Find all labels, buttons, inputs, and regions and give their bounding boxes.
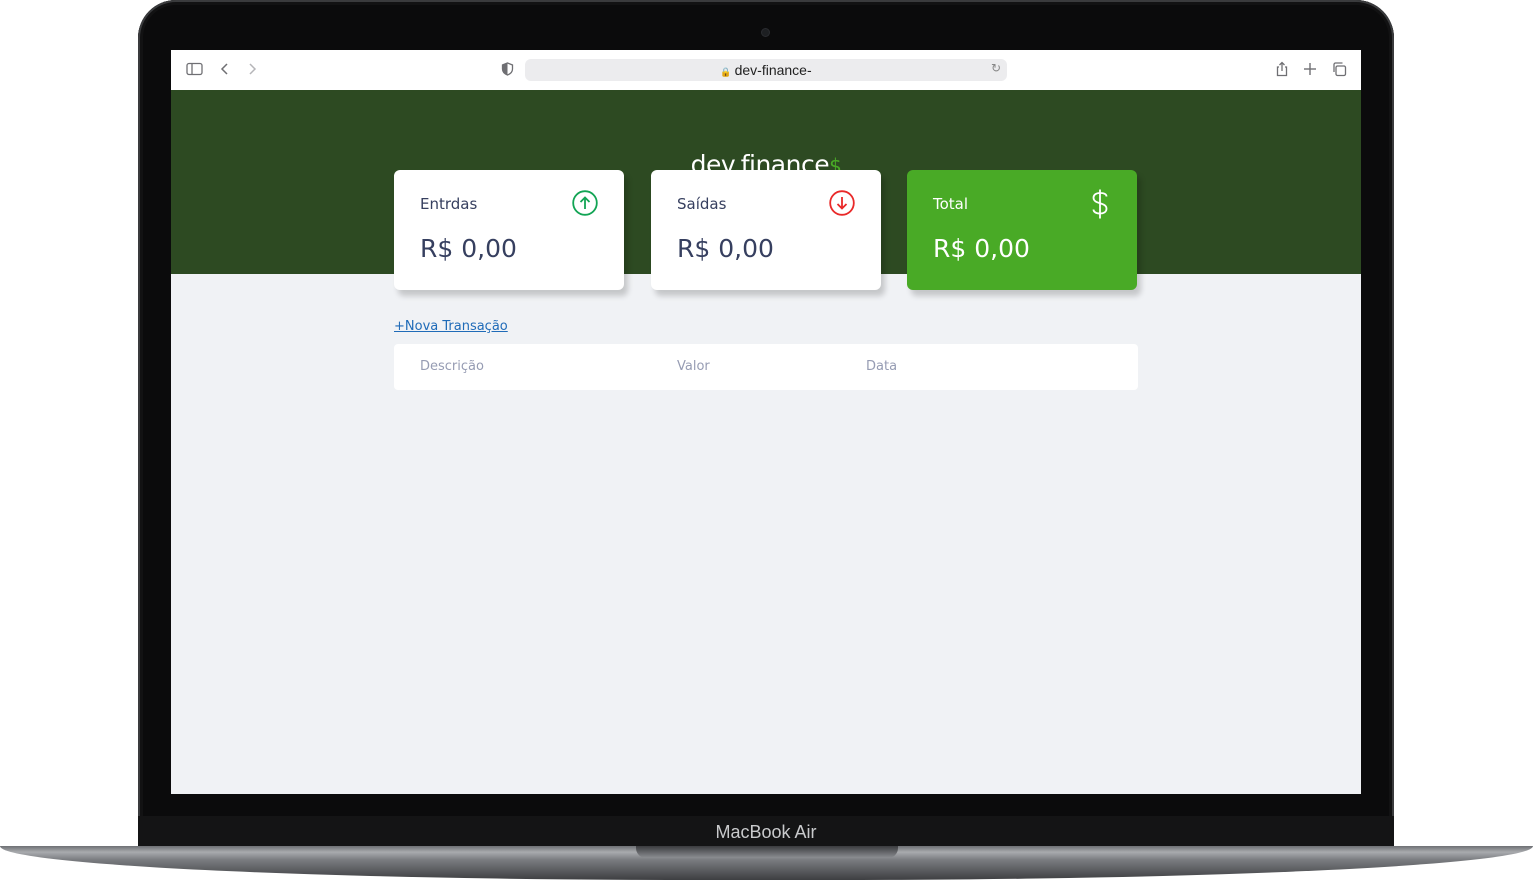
tabs-overview-icon[interactable]	[1332, 61, 1347, 79]
forward-icon[interactable]	[246, 61, 258, 79]
arrow-down-circle-icon	[829, 190, 855, 216]
share-icon[interactable]	[1275, 61, 1289, 79]
url-value: dev-finance-	[734, 62, 812, 78]
screen: 🔒 dev-finance- ↻ dev.finance$ Entrdas R$ …	[171, 50, 1361, 794]
browser-toolbar: 🔒 dev-finance- ↻	[171, 50, 1361, 91]
column-header-date: Data	[866, 359, 898, 374]
transactions-table-header: Descrição Valor Data	[394, 344, 1138, 390]
address-bar[interactable]: 🔒 dev-finance- ↻	[525, 59, 1007, 81]
income-card-label: Entrdas	[420, 195, 478, 213]
total-card-value: R$ 0,00	[933, 234, 1030, 263]
new-transaction-link[interactable]: +Nova Transação	[394, 319, 508, 334]
lock-icon: 🔒	[720, 67, 732, 77]
total-card: Total R$ 0,00	[907, 170, 1137, 290]
back-icon[interactable]	[219, 61, 231, 79]
laptop-notch	[636, 846, 898, 858]
reload-icon[interactable]: ↻	[991, 61, 1001, 75]
expense-card-label: Saídas	[677, 195, 727, 213]
dollar-icon	[1089, 188, 1111, 220]
expense-card: Saídas R$ 0,00	[651, 170, 881, 290]
new-tab-icon[interactable]	[1303, 61, 1317, 79]
camera	[762, 29, 769, 36]
sidebar-icon[interactable]	[186, 61, 203, 79]
income-card-value: R$ 0,00	[420, 234, 517, 263]
expense-card-value: R$ 0,00	[677, 234, 774, 263]
column-header-value: Valor	[677, 359, 710, 374]
device-label: MacBook Air	[138, 816, 1394, 848]
income-card: Entrdas R$ 0,00	[394, 170, 624, 290]
total-card-label: Total	[933, 195, 969, 213]
arrow-up-circle-icon	[572, 190, 598, 216]
shield-icon[interactable]	[501, 61, 514, 79]
column-header-description: Descrição	[420, 359, 484, 374]
url-text: 🔒 dev-finance-	[525, 59, 1007, 83]
